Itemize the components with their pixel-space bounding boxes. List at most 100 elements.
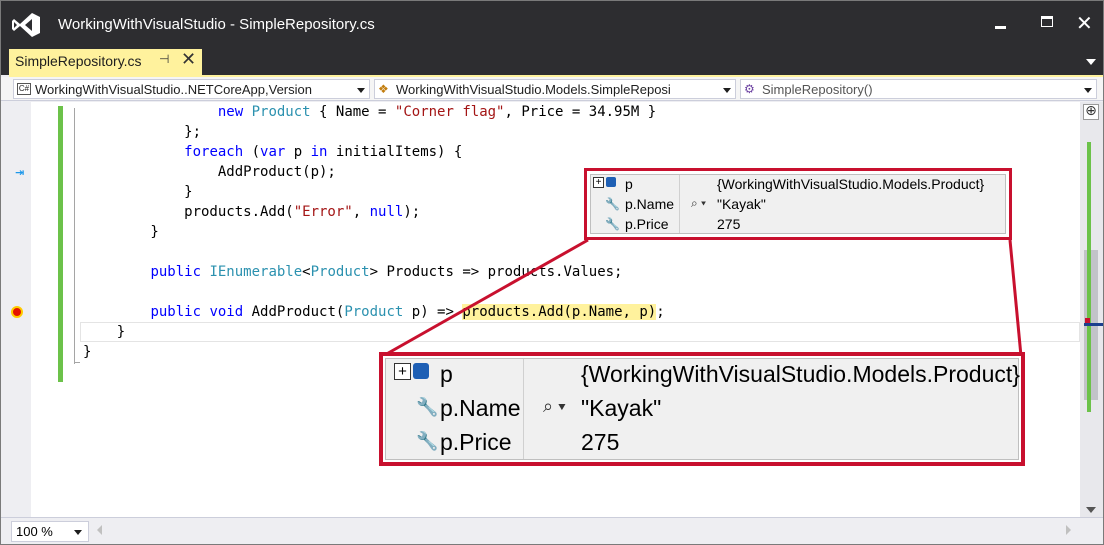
chevron-down-icon <box>1084 88 1092 93</box>
code-token: > Products => products.Values; <box>369 264 623 280</box>
magnifier-icon: ⌕ ▾ <box>543 396 566 416</box>
datatip-zoomed-row-name: 🔧 p.Name ⌕ ▾ "Kayak" <box>386 393 1018 426</box>
maximize-icon <box>1041 16 1053 27</box>
wrench-property-icon: 🔧 <box>416 397 439 417</box>
minimize-icon <box>995 26 1006 29</box>
code-line[interactable] <box>83 242 665 262</box>
scrollbar-caret-marker <box>1084 323 1103 326</box>
wrench-property-icon: 🔧 <box>416 431 439 451</box>
datatip-small[interactable]: + p {WorkingWithVisualStudio.Models.Prod… <box>590 174 1006 234</box>
code-line[interactable]: public void AddProduct(Product p) => pro… <box>83 302 665 322</box>
method-icon: ⚙ <box>744 82 755 96</box>
maximize-button[interactable] <box>1027 7 1067 39</box>
project-dropdown[interactable]: C# WorkingWithVisualStudio..NETCoreApp,V… <box>13 79 370 99</box>
datatip-value: {WorkingWithVisualStudio.Models.Product} <box>717 176 985 192</box>
wrench-property-icon: 🔧 <box>605 197 620 211</box>
code-token: } <box>83 224 159 240</box>
tab-label: SimpleRepository.cs <box>15 53 142 69</box>
datatip-value[interactable]: 275 <box>717 216 740 232</box>
datatip-value[interactable]: "Kayak" <box>717 196 766 212</box>
member-dropdown[interactable]: ⚙ SimpleRepository() <box>740 79 1097 99</box>
navigation-bar: C# WorkingWithVisualStudio..NETCoreApp,V… <box>1 77 1103 101</box>
code-token: null <box>369 204 404 220</box>
close-tab-icon[interactable]: ✕ <box>181 49 196 70</box>
code-token: new <box>217 104 244 120</box>
datatip-zoomed-row-p: + p {WorkingWithVisualStudio.Models.Prod… <box>386 359 1020 392</box>
code-token: foreach <box>184 144 244 160</box>
zoom-dropdown[interactable]: 100 % <box>11 521 89 542</box>
datatip-row-name[interactable]: 🔧 p.Name ⌕ ▾ "Kayak" <box>591 195 1005 215</box>
datatip-row-p[interactable]: + p {WorkingWithVisualStudio.Models.Prod… <box>591 175 1005 195</box>
window-title: WorkingWithVisualStudio - SimpleReposito… <box>58 16 375 33</box>
code-token: Product <box>310 264 370 280</box>
code-token: IEnumerable <box>209 264 303 280</box>
breakpoint-icon[interactable] <box>11 306 23 318</box>
code-token: var <box>260 144 286 160</box>
tab-overflow-chevron-icon[interactable] <box>1086 59 1096 65</box>
code-token: "Corner flag" <box>394 104 505 120</box>
code-token: ( <box>243 144 261 160</box>
class-dropdown[interactable]: ❖ WorkingWithVisualStudio.Models.SimpleR… <box>374 79 736 99</box>
code-token: public <box>150 264 202 280</box>
datatip-value: 275 <box>581 429 620 455</box>
class-dropdown-label: WorkingWithVisualStudio.Models.SimpleRep… <box>396 82 671 97</box>
code-text[interactable]: new Product { Name = "Corner flag", Pric… <box>83 102 665 362</box>
class-icon: ❖ <box>378 82 389 96</box>
code-token: initialItems) { <box>327 144 463 160</box>
code-line[interactable]: } <box>83 222 665 242</box>
code-line[interactable] <box>83 282 665 302</box>
vertical-scrollbar[interactable]: ⊕ <box>1080 102 1103 517</box>
code-token: products.Add( <box>83 204 294 220</box>
close-button[interactable]: ✕ <box>1064 7 1103 39</box>
outlining-guide-end <box>74 362 80 363</box>
expand-object-icon[interactable]: + <box>593 177 616 191</box>
code-line[interactable]: products.Add("Error", null); <box>83 202 665 222</box>
chevron-down-icon <box>723 88 731 93</box>
code-token: "Error" <box>293 204 353 220</box>
code-token: } <box>83 344 92 360</box>
code-token: AddProduct( <box>243 304 345 320</box>
code-line[interactable]: public IEnumerable<Product> Products => … <box>83 262 665 282</box>
code-line[interactable]: }; <box>83 122 665 142</box>
code-token: { Name = <box>310 104 395 120</box>
code-line[interactable]: } <box>83 182 665 202</box>
code-token: p) => <box>403 304 463 320</box>
close-icon: ✕ <box>1076 11 1093 35</box>
code-token: < <box>302 264 311 280</box>
tab-simplerepository[interactable]: SimpleRepository.cs ⊣ ✕ <box>9 49 202 75</box>
code-token: ; <box>656 304 665 320</box>
code-token: AddProduct(p); <box>83 164 336 180</box>
code-token: } <box>83 184 193 200</box>
zoom-value: 100 % <box>16 524 53 539</box>
datatip-value: {WorkingWithVisualStudio.Models.Product} <box>581 361 1020 387</box>
minimize-button[interactable] <box>981 7 1021 39</box>
code-line[interactable]: foreach (var p in initialItems) { <box>83 142 665 162</box>
chevron-down-icon <box>74 530 82 535</box>
code-token: , Price = 34.95M } <box>504 104 657 120</box>
datatip-name: p.Price <box>440 429 512 455</box>
code-token: , <box>352 204 370 220</box>
scroll-left-arrow-icon[interactable] <box>97 525 102 535</box>
scroll-right-arrow-icon[interactable] <box>1066 525 1071 535</box>
pin-tab-icon[interactable]: ⊣ <box>159 52 169 66</box>
code-token: Product <box>344 304 404 320</box>
step-into-arrow-icon: ⇥ <box>15 166 25 179</box>
magnifier-icon[interactable]: ⌕ ▾ <box>691 196 706 211</box>
change-tracking-bar <box>58 106 63 382</box>
code-line[interactable]: AddProduct(p); <box>83 162 665 182</box>
datatip-row-price[interactable]: 🔧 p.Price 275 <box>591 215 1005 235</box>
datatip-small-callout: + p {WorkingWithVisualStudio.Models.Prod… <box>584 168 1012 240</box>
datatip-zoomed-row-price: 🔧 p.Price 275 <box>386 427 1018 460</box>
expand-object-icon: + <box>394 363 429 384</box>
scroll-down-arrow-icon[interactable] <box>1086 507 1096 513</box>
code-token: Product <box>251 104 311 120</box>
member-dropdown-label: SimpleRepository() <box>762 82 873 97</box>
datatip-name: p.Name <box>625 196 675 212</box>
code-token: ); <box>403 204 421 220</box>
visual-studio-logo-icon <box>12 13 40 37</box>
code-line[interactable]: new Product { Name = "Corner flag", Pric… <box>83 102 665 122</box>
code-line[interactable]: } <box>83 322 665 342</box>
split-window-icon[interactable]: ⊕ <box>1083 104 1099 120</box>
